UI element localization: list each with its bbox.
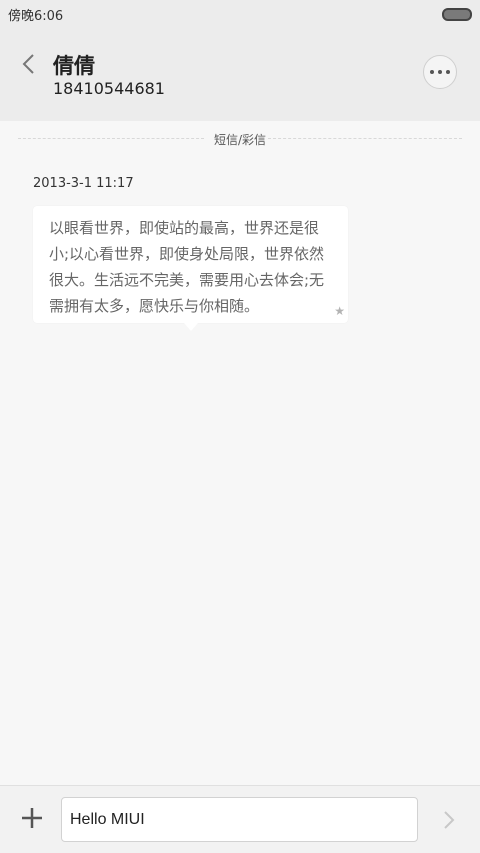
conversation-header: 倩倩 18410544681 [0, 26, 480, 121]
message-bubble[interactable]: 以眼看世界，即使站的最高，世界还是很小;以心看世界，即使身处局限，世界依然很大。… [33, 206, 348, 323]
message-text: 以眼看世界，即使站的最高，世界还是很小;以心看世界，即使身处局限，世界依然很大。… [49, 219, 325, 315]
add-attachment-button[interactable] [20, 806, 44, 830]
contact-number: 18410544681 [53, 79, 165, 98]
message-input[interactable] [61, 797, 418, 842]
chevron-right-icon [444, 811, 455, 829]
status-bar: 傍晚6:06 [0, 0, 480, 26]
divider-line-left [18, 138, 204, 139]
message-bubble-tail [184, 323, 198, 331]
back-button[interactable] [16, 49, 44, 81]
star-icon[interactable]: ★ [334, 304, 345, 318]
more-options-button[interactable] [423, 55, 457, 89]
composer-bar [0, 785, 480, 853]
message-type-divider: 短信/彩信 [18, 131, 462, 147]
more-horizontal-icon [430, 70, 434, 74]
contact-name: 倩倩 [53, 54, 95, 78]
send-button[interactable] [440, 808, 458, 832]
divider-line-right [268, 138, 462, 139]
chevron-left-icon [22, 54, 34, 74]
status-time: 傍晚6:06 [8, 9, 64, 24]
message-timestamp: 2013-3-1 11:17 [33, 176, 134, 191]
message-type-label: 短信/彩信 [214, 133, 267, 147]
more-horizontal-icon-dot-3 [446, 70, 450, 74]
more-horizontal-icon-dot-2 [438, 70, 442, 74]
plus-icon [22, 808, 42, 828]
battery-icon [442, 8, 472, 21]
